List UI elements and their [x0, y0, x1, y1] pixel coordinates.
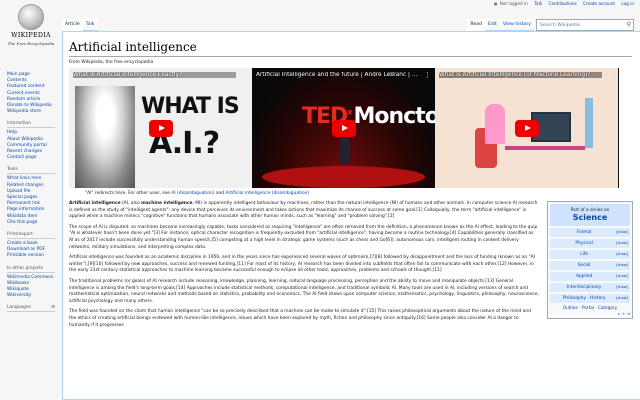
science-series-infobox: Part of a series on Science Formal [show]… [547, 201, 633, 319]
sidebar-item-printable[interactable]: Printable version [7, 253, 62, 259]
tab-view-history[interactable]: View history [499, 19, 534, 31]
play-icon[interactable] [331, 120, 356, 137]
tab-read[interactable]: Read [467, 19, 485, 31]
video-3[interactable]: What is Artificial Intelligence (or Mach… [435, 68, 618, 188]
sidebar-heading-projects: In other projects [7, 266, 55, 273]
hatnote: "AI" redirects here. For other uses, see… [85, 191, 310, 196]
video-3-title: What is Artificial Intelligence (or Mach… [439, 72, 602, 78]
paragraph-3: Artificial intelligence was founded as a… [69, 255, 535, 274]
logo-tagline: The Free Encyclopedia [7, 41, 55, 46]
desk-illustration [505, 146, 585, 150]
namespace-tabs: Article Talk [62, 19, 98, 31]
infobox-row-applied[interactable]: Applied [show] [550, 272, 630, 281]
wikipedia-logo[interactable]: WIKIPEDIA The Free Encyclopedia [0, 0, 62, 62]
infobox-part-of: Part of a series on [550, 204, 630, 213]
view-tabs: Read Edit View history [467, 19, 534, 31]
infobox-row-physical[interactable]: Physical [show] [550, 239, 630, 248]
sidebar: Main page Contents Featured content Curr… [0, 72, 62, 318]
video-1-title: What is Artificial Intelligence Exactly? [73, 72, 236, 78]
infobox-row-social[interactable]: Social [show] [550, 261, 630, 270]
personal-tools: ● Not logged in Talk Contributions Creat… [489, 1, 634, 6]
search-placeholder: Search Wikipedia [540, 22, 580, 28]
play-icon[interactable] [514, 120, 539, 137]
paragraph-5: The field was founded on the claim that … [69, 309, 531, 328]
infobox-row-life[interactable]: Life [show] [550, 250, 630, 259]
sidebar-print: Print/export Create a book Download as P… [0, 232, 62, 260]
sidebar-item-store[interactable]: Wikipedia store [7, 109, 62, 115]
person-illustration [485, 104, 505, 144]
video-menu-icon[interactable]: ⋮ [241, 71, 248, 79]
play-icon[interactable] [148, 120, 173, 137]
sidebar-item-cite[interactable]: Cite this page [7, 220, 62, 226]
not-logged-in: Not logged in [499, 1, 528, 6]
video-1[interactable]: WHAT IS A.I.? What is Artificial Intelli… [69, 68, 252, 188]
logo-wordmark: WIKIPEDIA [11, 32, 51, 39]
create-account-link[interactable]: Create account [583, 1, 615, 6]
sidebar-projects: In other projects Wikimedia Commons Wiki… [0, 266, 62, 300]
sidebar-languages: Languages ⚙ [0, 305, 62, 313]
lamp-illustration [585, 98, 593, 148]
sidebar-item-wikiversity[interactable]: Wikiversity [7, 293, 62, 299]
sidebar-interaction: Interaction Help About Wikipedia Communi… [0, 121, 62, 161]
sidebar-navigation: Main page Contents Featured content Curr… [0, 72, 62, 115]
paragraph-4: The traditional problems (or goals) of A… [69, 278, 539, 304]
talk-link[interactable]: Talk [534, 1, 542, 6]
hatnote-link-ai-disambig[interactable]: Artificial intelligence (disambiguation) [225, 191, 309, 196]
infobox-vte[interactable]: v · t · e [550, 312, 630, 316]
sidebar-heading-print: Print/export [7, 232, 55, 240]
infobox-topic[interactable]: Science [550, 213, 630, 226]
page-title: Artificial intelligence [69, 40, 632, 57]
article-columns: Artificial intelligence (AI, also machin… [69, 201, 633, 329]
person-icon: ● [493, 1, 498, 6]
sidebar-item-contact[interactable]: Contact page [7, 155, 62, 161]
site-sub: From Wikipedia, the free encyclopedia [69, 60, 154, 65]
tedx-logo: TEDxMoncton [302, 104, 435, 129]
robot-image [75, 86, 135, 188]
tab-talk[interactable]: Talk [82, 19, 98, 31]
embedded-videos: WHAT IS A.I.? What is Artificial Intelli… [69, 68, 619, 188]
video-2-title: Artificial Intelligence and the future |… [256, 72, 418, 78]
video-1-overlay-a: WHAT IS [141, 94, 240, 119]
tab-edit[interactable]: Edit [484, 19, 500, 31]
search-input[interactable]: Search Wikipedia ⚲ [536, 19, 634, 31]
infobox-row-philosophy[interactable]: Philosophy · History [show] [550, 294, 630, 303]
stage [262, 166, 425, 188]
article-content: Artificial intelligence From Wikipedia, … [62, 31, 640, 400]
tab-article[interactable]: Article [62, 19, 83, 31]
paragraph-2: The scope of AI is disputed: as machines… [69, 224, 538, 250]
sidebar-heading-interaction: Interaction [7, 121, 55, 129]
hatnote-link-ai[interactable]: AI (disambiguation) [171, 191, 214, 196]
globe-icon [18, 4, 44, 30]
video-2[interactable]: TEDxMoncton Artificial Intelligence and … [252, 68, 435, 188]
infobox-footer[interactable]: Outline · Portal · Category [550, 305, 630, 310]
search-icon[interactable]: ⚲ [627, 21, 631, 28]
infobox-row-formal[interactable]: Formal [show] [550, 228, 630, 237]
video-menu-icon[interactable]: ⋮ [607, 71, 614, 79]
paragraph-1: Artificial intelligence (AI, also machin… [69, 201, 538, 220]
sidebar-tools: Tools What links here Related changes Up… [0, 167, 62, 226]
infobox-row-interdisciplinary[interactable]: Interdisciplinary [show] [550, 283, 630, 292]
article-body: Artificial intelligence (AI, also machin… [69, 201, 539, 329]
sidebar-heading-tools: Tools [7, 167, 55, 175]
contributions-link[interactable]: Contributions [549, 1, 577, 6]
login-link[interactable]: Log in [621, 1, 634, 6]
video-menu-icon[interactable]: ⋮ [424, 71, 431, 79]
sidebar-heading-languages: Languages ⚙ [7, 305, 55, 313]
gear-icon[interactable]: ⚙ [51, 305, 55, 310]
